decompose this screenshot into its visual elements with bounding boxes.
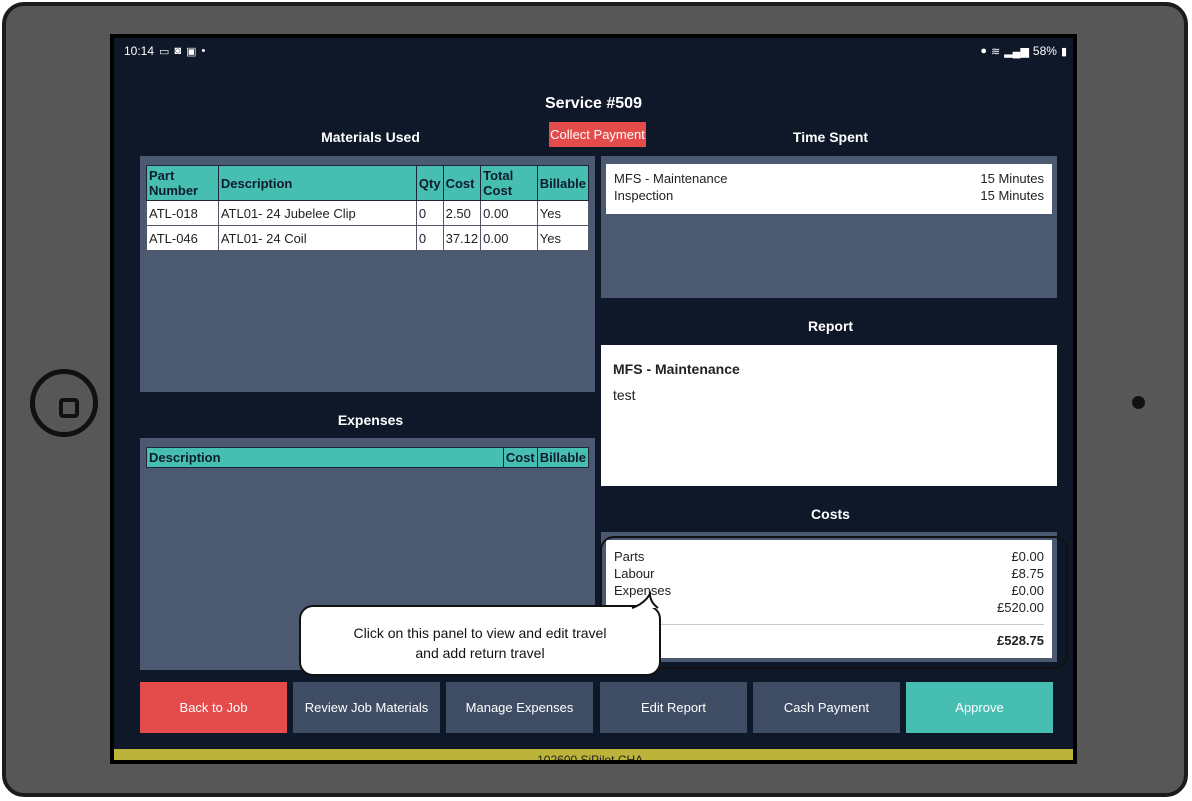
approve-button[interactable]: Approve — [906, 682, 1053, 733]
cash-payment-button[interactable]: Cash Payment — [753, 682, 900, 733]
edit-report-button[interactable]: Edit Report — [600, 682, 747, 733]
col-total-cost: Total Cost — [480, 165, 538, 201]
cell-cost: 2.50 — [442, 200, 482, 226]
report-heading: Report — [807, 318, 854, 334]
wifi-icon: ≋ — [990, 45, 1001, 58]
cell-total-cost: 0.00 — [480, 200, 538, 226]
status-bar: 10:14 ▭ ◙ ▣ • ● ≋ ▂▄▆ 58% ▮ — [114, 38, 1073, 64]
costs-highlight-outline — [600, 536, 1068, 669]
manage-expenses-button[interactable]: Manage Expenses — [446, 682, 593, 733]
callout-tail — [631, 590, 659, 609]
cell-total-cost: 0.00 — [480, 225, 538, 251]
cell-qty: 0 — [415, 225, 444, 251]
expenses-table: Description Cost Billable — [146, 447, 590, 468]
table-row[interactable]: ATL-046 ATL01- 24 Coil 0 37.12 0.00 Yes — [146, 225, 590, 251]
signal-icon: ▂▄▆ — [1004, 45, 1029, 58]
time-label: Inspection — [614, 188, 674, 203]
callout-line-2: and add return travel — [415, 645, 545, 661]
cast-icon: ▭ — [159, 45, 170, 58]
col-qty: Qty — [415, 165, 444, 201]
materials-heading: Materials Used — [321, 129, 420, 145]
notification-dot-icon: • — [201, 45, 206, 57]
cell-part-number: ATL-018 — [146, 200, 219, 226]
review-job-materials-button[interactable]: Review Job Materials — [293, 682, 440, 733]
location-icon: ● — [980, 45, 987, 57]
costs-heading: Costs — [811, 506, 850, 522]
cell-billable: Yes — [536, 200, 590, 226]
cell-part-number: ATL-046 — [146, 225, 219, 251]
status-time: 10:14 — [124, 44, 155, 58]
home-button[interactable] — [30, 369, 98, 437]
footer-bar: 102600 SiPilot CHA - — [114, 749, 1073, 760]
callout-line-1: Click on this panel to view and edit tra… — [353, 625, 607, 641]
col-description: Description — [217, 165, 417, 201]
time-value: 15 Minutes — [980, 188, 1044, 203]
col-expense-billable: Billable — [536, 447, 590, 468]
col-part-number: Part Number — [146, 165, 219, 201]
time-spent-list: MFS - Maintenance 15 Minutes Inspection … — [606, 164, 1052, 214]
home-square-icon — [59, 398, 79, 418]
time-value: 15 Minutes — [980, 171, 1044, 186]
camera-dot — [1132, 396, 1145, 409]
calendar-icon: ▣ — [186, 45, 197, 58]
time-spent-heading: Time Spent — [792, 129, 869, 145]
report-title: MFS - Maintenance — [613, 361, 740, 377]
col-expense-description: Description — [146, 447, 504, 468]
table-row[interactable]: ATL-018 ATL01- 24 Jubelee Clip 0 2.50 0.… — [146, 200, 590, 226]
col-cost: Cost — [442, 165, 482, 201]
list-item[interactable]: Inspection 15 Minutes — [614, 187, 1044, 204]
time-label: MFS - Maintenance — [614, 171, 728, 186]
cell-qty: 0 — [415, 200, 444, 226]
battery-icon: ▮ — [1060, 45, 1067, 58]
cell-description: ATL01- 24 Jubelee Clip — [217, 200, 417, 226]
page-title: Service #509 — [545, 95, 642, 112]
report-body: test — [613, 387, 636, 403]
cell-billable: Yes — [536, 225, 590, 251]
battery-percent: 58% — [1032, 44, 1057, 58]
cell-cost: 37.12 — [442, 225, 482, 251]
col-expense-cost: Cost — [502, 447, 538, 468]
col-billable: Billable — [536, 165, 590, 201]
materials-table: Part Number Description Qty Cost Total C… — [146, 165, 590, 251]
report-panel[interactable]: MFS - Maintenance test — [601, 345, 1057, 486]
list-item[interactable]: MFS - Maintenance 15 Minutes — [614, 170, 1044, 187]
back-to-job-button[interactable]: Back to Job — [140, 682, 287, 733]
expenses-heading: Expenses — [337, 412, 404, 428]
tooltip-callout: Click on this panel to view and edit tra… — [299, 605, 661, 676]
app-icon: ◙ — [174, 45, 182, 57]
cell-description: ATL01- 24 Coil — [217, 225, 417, 251]
